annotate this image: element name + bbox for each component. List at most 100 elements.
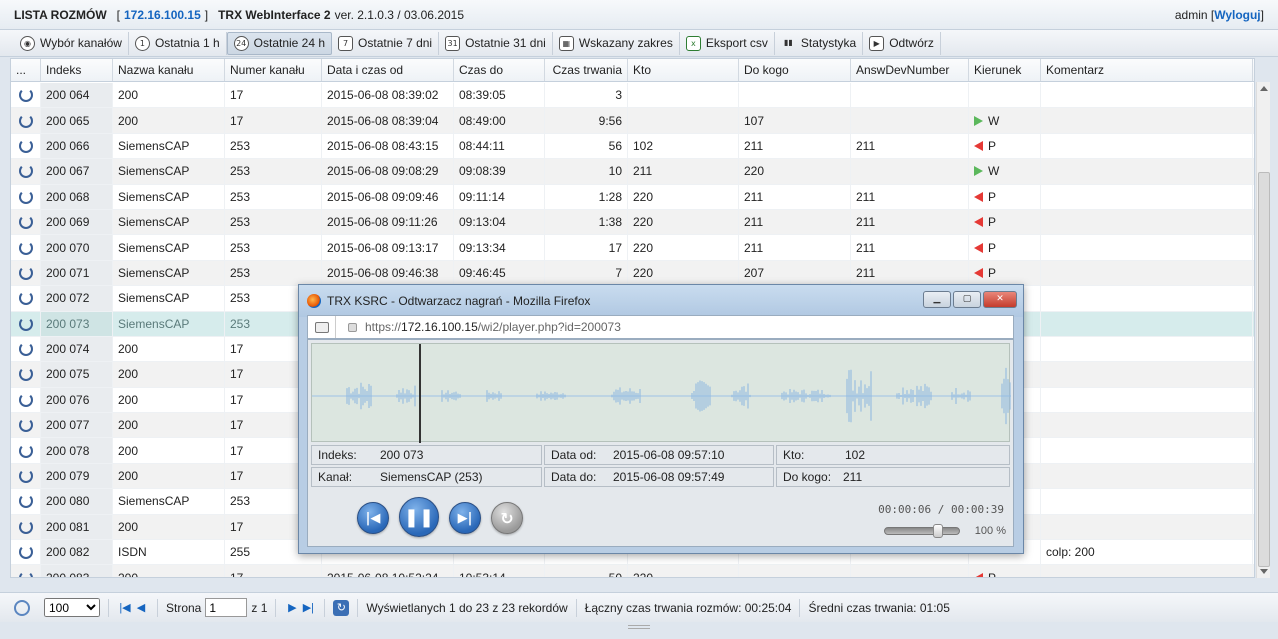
scroll-thumb[interactable] bbox=[1258, 172, 1270, 567]
last-24h-button[interactable]: 24 Ostatnie 24 h bbox=[226, 31, 333, 55]
cell-num: 253 bbox=[225, 235, 322, 260]
cell-name: SiemensCAP bbox=[113, 209, 225, 235]
play-recording-icon[interactable] bbox=[11, 565, 41, 577]
play-recording-icon[interactable] bbox=[11, 184, 41, 209]
repeat-button[interactable]: ↻ bbox=[491, 502, 523, 534]
cell-who: 102 bbox=[628, 133, 739, 159]
column-header[interactable]: ... bbox=[11, 59, 41, 81]
total-duration: Łączny czas trwania rozmów: 00:25:04 bbox=[584, 600, 792, 615]
scroll-down-icon[interactable] bbox=[1260, 569, 1268, 574]
page-count: z 1 bbox=[251, 600, 268, 615]
last-page-icon[interactable]: ▶| bbox=[300, 601, 316, 614]
headphones-icon bbox=[18, 164, 33, 179]
volume-knob[interactable] bbox=[933, 524, 943, 538]
play-recording-icon[interactable] bbox=[11, 362, 41, 387]
table-row[interactable]: 200 069 SiemensCAP 253 2015-06-08 09:11:26 0… bbox=[11, 209, 1254, 236]
maximize-button[interactable]: ▢ bbox=[953, 291, 981, 308]
last-7d-button[interactable]: 7 Ostatnie 7 dni bbox=[332, 31, 440, 55]
play-recording-icon[interactable] bbox=[11, 540, 41, 565]
play-icon: ▶ bbox=[869, 35, 885, 51]
headphones-icon bbox=[18, 519, 33, 534]
cell-comment bbox=[1041, 159, 1253, 184]
play-recording-icon[interactable] bbox=[11, 438, 41, 463]
next-page-icon[interactable]: ▶ bbox=[284, 601, 300, 614]
play-recording-icon[interactable] bbox=[11, 489, 41, 514]
play-recording-icon[interactable] bbox=[11, 311, 41, 336]
table-row[interactable]: 200 070 SiemensCAP 253 2015-06-08 09:13:17 0… bbox=[11, 235, 1254, 261]
play-recording-icon[interactable] bbox=[11, 133, 41, 159]
play-recording-icon[interactable] bbox=[11, 286, 41, 311]
rewind-button[interactable]: |◀ bbox=[357, 502, 389, 534]
cell-dir bbox=[969, 83, 1041, 108]
column-header[interactable]: Indeks bbox=[41, 59, 113, 81]
resize-grip[interactable] bbox=[628, 625, 650, 629]
table-row[interactable]: 200 071 SiemensCAP 253 2015-06-08 09:46:38 0… bbox=[11, 260, 1254, 287]
play-recording-icon[interactable] bbox=[11, 209, 41, 235]
forward-button[interactable]: ▶| bbox=[449, 502, 481, 534]
cell-idx: 200 079 bbox=[41, 463, 113, 489]
cell-name: 200 bbox=[113, 108, 225, 133]
cell-who: 220 bbox=[628, 235, 739, 260]
column-header[interactable]: Kto bbox=[628, 59, 739, 81]
address-bar[interactable]: https://172.16.100.15/wi2/player.php?id=… bbox=[307, 315, 1014, 339]
date-range-button[interactable]: ▦ Wskazany zakres bbox=[553, 31, 680, 55]
column-header[interactable]: Czas trwania bbox=[545, 59, 628, 81]
column-header[interactable]: Data i czas od bbox=[322, 59, 454, 81]
cell-who: 220 bbox=[628, 184, 739, 209]
prev-page-icon[interactable]: ◀ bbox=[133, 601, 149, 614]
page-input[interactable] bbox=[205, 598, 248, 617]
calendar-grid-icon: ▦ bbox=[558, 35, 574, 51]
table-row[interactable]: 200 066 SiemensCAP 253 2015-06-08 08:43:15 0… bbox=[11, 133, 1254, 160]
pause-button[interactable]: ❚❚ bbox=[399, 497, 439, 537]
column-header[interactable]: Nazwa kanału bbox=[113, 59, 225, 81]
statistics-button[interactable]: ▮▮ Statystyka bbox=[775, 31, 864, 55]
cell-comment bbox=[1041, 514, 1253, 540]
cell-answ: 211 bbox=[851, 133, 969, 159]
info-channel: Kanał: SiemensCAP (253) bbox=[311, 467, 542, 487]
cell-dur: 50 bbox=[545, 565, 628, 577]
vertical-scrollbar[interactable] bbox=[1256, 82, 1270, 578]
play-recording-icon[interactable] bbox=[11, 463, 41, 489]
play-recording-icon[interactable] bbox=[11, 260, 41, 286]
headphones-icon bbox=[18, 418, 33, 433]
play-recording-icon[interactable] bbox=[11, 83, 41, 108]
column-header[interactable]: Kierunek bbox=[969, 59, 1041, 81]
headphones-icon bbox=[18, 443, 33, 458]
table-row[interactable]: 200 064 200 17 2015-06-08 08:39:02 08:39:05 3 bbox=[11, 83, 1254, 109]
play-recording-icon[interactable] bbox=[11, 514, 41, 540]
bar-chart-icon: ▮▮ bbox=[783, 37, 793, 47]
waveform[interactable] bbox=[311, 343, 1011, 443]
channels-button[interactable]: ◉ Wybór kanałów bbox=[14, 31, 129, 55]
column-header[interactable]: Numer kanału bbox=[225, 59, 322, 81]
refresh-icon[interactable]: ↻ bbox=[333, 599, 350, 616]
play-recording-icon[interactable] bbox=[11, 235, 41, 260]
table-row[interactable]: 200 065 200 17 2015-06-08 08:39:04 08:49:00 9… bbox=[11, 108, 1254, 134]
table-row[interactable]: 200 068 SiemensCAP 253 2015-06-08 09:09:46 0… bbox=[11, 184, 1254, 210]
play-recording-icon[interactable] bbox=[11, 108, 41, 133]
column-header[interactable]: Czas do bbox=[454, 59, 545, 81]
export-csv-button[interactable]: x Eksport csv bbox=[680, 31, 775, 55]
cell-answ: 211 bbox=[851, 235, 969, 260]
table-row[interactable]: 200 083 200 17 2015-06-08 10:52:24 10:53:14 5… bbox=[11, 565, 1254, 577]
volume-slider[interactable] bbox=[884, 524, 960, 538]
play-recording-icon[interactable] bbox=[11, 159, 41, 184]
last-31d-button[interactable]: 31 Ostatnie 31 dni bbox=[439, 31, 553, 55]
cell-dur: 9:56 bbox=[545, 108, 628, 133]
cell-num: 17 bbox=[225, 83, 322, 108]
last-1h-button[interactable]: 1 Ostatnia 1 h bbox=[129, 31, 227, 55]
search-icon[interactable] bbox=[14, 599, 30, 616]
logout-link[interactable]: Wyloguj bbox=[1214, 8, 1260, 22]
column-header[interactable]: Komentarz bbox=[1041, 59, 1253, 81]
play-button[interactable]: ▶ Odtwórz bbox=[863, 31, 941, 55]
close-button[interactable]: ✕ bbox=[983, 291, 1017, 308]
first-page-icon[interactable]: |◀ bbox=[117, 601, 133, 614]
page-size-select[interactable]: 100 bbox=[44, 598, 100, 617]
play-recording-icon[interactable] bbox=[11, 336, 41, 362]
minimize-button[interactable]: ▁ bbox=[923, 291, 951, 308]
scroll-up-icon[interactable] bbox=[1260, 86, 1268, 91]
column-header[interactable]: Do kogo bbox=[739, 59, 851, 81]
play-recording-icon[interactable] bbox=[11, 387, 41, 413]
table-row[interactable]: 200 067 SiemensCAP 253 2015-06-08 09:08:29 0… bbox=[11, 159, 1254, 185]
play-recording-icon[interactable] bbox=[11, 413, 41, 438]
column-header[interactable]: AnswDevNumber bbox=[851, 59, 969, 81]
